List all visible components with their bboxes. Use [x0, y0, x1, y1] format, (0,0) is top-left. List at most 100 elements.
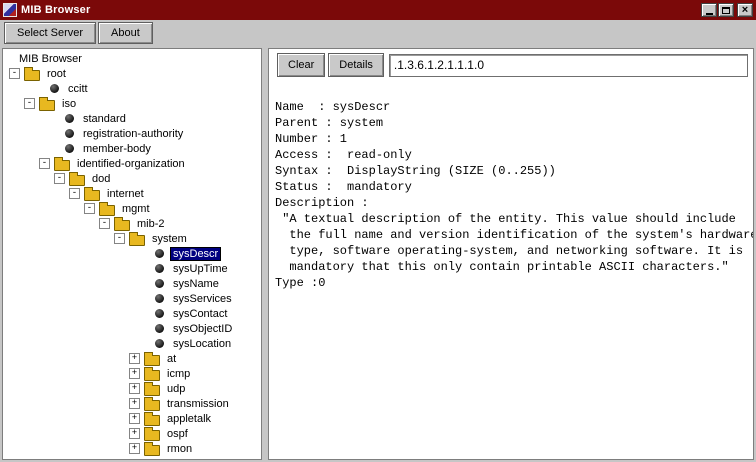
tree-node-syscontact[interactable]: sysContact: [3, 306, 261, 321]
detail-panel: Clear Details Name : sysDescr Parent : sy…: [268, 48, 754, 460]
tree-node-root[interactable]: - root: [3, 66, 261, 81]
collapse-icon[interactable]: -: [24, 98, 35, 109]
collapse-icon[interactable]: -: [99, 218, 110, 229]
detail-line: Number : 1: [275, 132, 348, 146]
tree-node-internet[interactable]: - internet: [3, 186, 261, 201]
tree-node-label: identified-organization: [77, 157, 185, 170]
about-button[interactable]: About: [98, 22, 153, 44]
tree-node-at[interactable]: + at: [3, 351, 261, 366]
tree-node-registration-authority[interactable]: registration-authority: [3, 126, 261, 141]
leaf-icon: [65, 144, 74, 153]
tree-node-identified-organization[interactable]: - identified-organization: [3, 156, 261, 171]
tree-node-label: system: [152, 232, 187, 245]
expand-icon[interactable]: +: [129, 353, 140, 364]
close-button[interactable]: ×: [737, 3, 753, 17]
detail-toolbar: Clear Details: [269, 49, 753, 81]
detail-line: Name : sysDescr: [275, 100, 391, 114]
main-area: MIB Browser - root ccitt - iso standard registr…: [0, 46, 756, 462]
details-button[interactable]: Details: [328, 53, 384, 77]
tree-node-standard[interactable]: standard: [3, 111, 261, 126]
tree-node-sysname[interactable]: sysName: [3, 276, 261, 291]
mib-browser-window: MIB Browser × Select Server About MIB Br…: [0, 0, 756, 462]
tree-node-mib-browser[interactable]: MIB Browser: [3, 51, 261, 66]
folder-icon: [24, 66, 40, 81]
maximize-button[interactable]: [718, 3, 734, 17]
tree-node-ccitt[interactable]: ccitt: [3, 81, 261, 96]
tree-node-rmon[interactable]: + rmon: [3, 441, 261, 456]
tree-node-dod[interactable]: - dod: [3, 171, 261, 186]
tree-node-sysuptime[interactable]: sysUpTime: [3, 261, 261, 276]
collapse-icon[interactable]: -: [39, 158, 50, 169]
tree-node-sysdescr[interactable]: sysDescr: [3, 246, 261, 261]
collapse-icon[interactable]: -: [9, 68, 20, 79]
expand-icon[interactable]: +: [129, 398, 140, 409]
folder-icon: [84, 186, 100, 201]
leaf-icon: [155, 324, 164, 333]
minimize-icon: [705, 12, 713, 15]
tree-node-label: sysDescr: [169, 246, 222, 261]
folder-icon: [144, 366, 160, 381]
app-icon: [3, 3, 17, 17]
expand-icon[interactable]: +: [129, 428, 140, 439]
collapse-icon[interactable]: -: [84, 203, 95, 214]
folder-icon: [114, 216, 130, 231]
expand-icon[interactable]: +: [129, 413, 140, 424]
mib-tree-panel[interactable]: MIB Browser - root ccitt - iso standard registr…: [2, 48, 262, 460]
leaf-icon: [65, 129, 74, 138]
leaf-icon: [65, 114, 74, 123]
tree-node-iso[interactable]: - iso: [3, 96, 261, 111]
tree-node-appletalk[interactable]: + appletalk: [3, 411, 261, 426]
detail-line: Parent : system: [275, 116, 384, 130]
collapse-icon[interactable]: -: [114, 233, 125, 244]
tree-node-label: ccitt: [68, 82, 88, 95]
select-server-button[interactable]: Select Server: [4, 22, 97, 44]
folder-icon: [144, 411, 160, 426]
tree-node-transmission[interactable]: + transmission: [3, 396, 261, 411]
leaf-icon: [155, 309, 164, 318]
tree-node-ospf[interactable]: + ospf: [3, 426, 261, 441]
tree-node-syslocation[interactable]: sysLocation: [3, 336, 261, 351]
collapse-icon[interactable]: -: [69, 188, 80, 199]
folder-icon: [144, 351, 160, 366]
leaf-icon: [155, 339, 164, 348]
tree-node-mib-2[interactable]: - mib-2: [3, 216, 261, 231]
tree-node-sysobjectid[interactable]: sysObjectID: [3, 321, 261, 336]
detail-line: Type :0: [275, 276, 326, 290]
folder-icon: [144, 381, 160, 396]
detail-line: type, software operating-system, and net…: [275, 244, 744, 258]
tree-node-mgmt[interactable]: - mgmt: [3, 201, 261, 216]
tree-node-member-body[interactable]: member-body: [3, 141, 261, 156]
tree-node-label: internet: [107, 187, 144, 200]
detail-line: the full name and version identification…: [275, 228, 753, 242]
tree-node-icmp[interactable]: + icmp: [3, 366, 261, 381]
detail-line: mandatory that this only contain printab…: [275, 260, 729, 274]
folder-icon: [144, 441, 160, 456]
tree-node-system[interactable]: - system: [3, 231, 261, 246]
maximize-icon: [722, 6, 730, 14]
collapse-icon[interactable]: -: [54, 173, 65, 184]
tree-node-label: rmon: [167, 442, 193, 455]
detail-text: Name : sysDescr Parent : system Number : 1…: [269, 81, 753, 459]
clear-button[interactable]: Clear: [277, 53, 326, 77]
tree-node-label: mib-2: [137, 217, 165, 230]
close-icon: ×: [741, 4, 749, 16]
folder-icon: [129, 231, 145, 246]
tree-node-label: sysContact: [173, 307, 228, 320]
expand-icon[interactable]: +: [129, 368, 140, 379]
expand-icon[interactable]: +: [129, 383, 140, 394]
leaf-icon: [155, 249, 164, 258]
leaf-icon: [155, 279, 164, 288]
expand-icon[interactable]: +: [129, 443, 140, 454]
minimize-button[interactable]: [701, 3, 717, 17]
tree-node-label: mgmt: [122, 202, 150, 215]
leaf-icon: [155, 264, 164, 273]
tree-node-label: sysUpTime: [173, 262, 228, 275]
leaf-icon: [50, 84, 59, 93]
tree-node-label: sysLocation: [173, 337, 232, 350]
oid-input[interactable]: [388, 53, 748, 77]
tree-node-sysservices[interactable]: sysServices: [3, 291, 261, 306]
tree-node-udp[interactable]: + udp: [3, 381, 261, 396]
tree-node-label: transmission: [167, 397, 229, 410]
window-controls: ×: [701, 3, 753, 17]
tree-node-label: sysObjectID: [173, 322, 233, 335]
